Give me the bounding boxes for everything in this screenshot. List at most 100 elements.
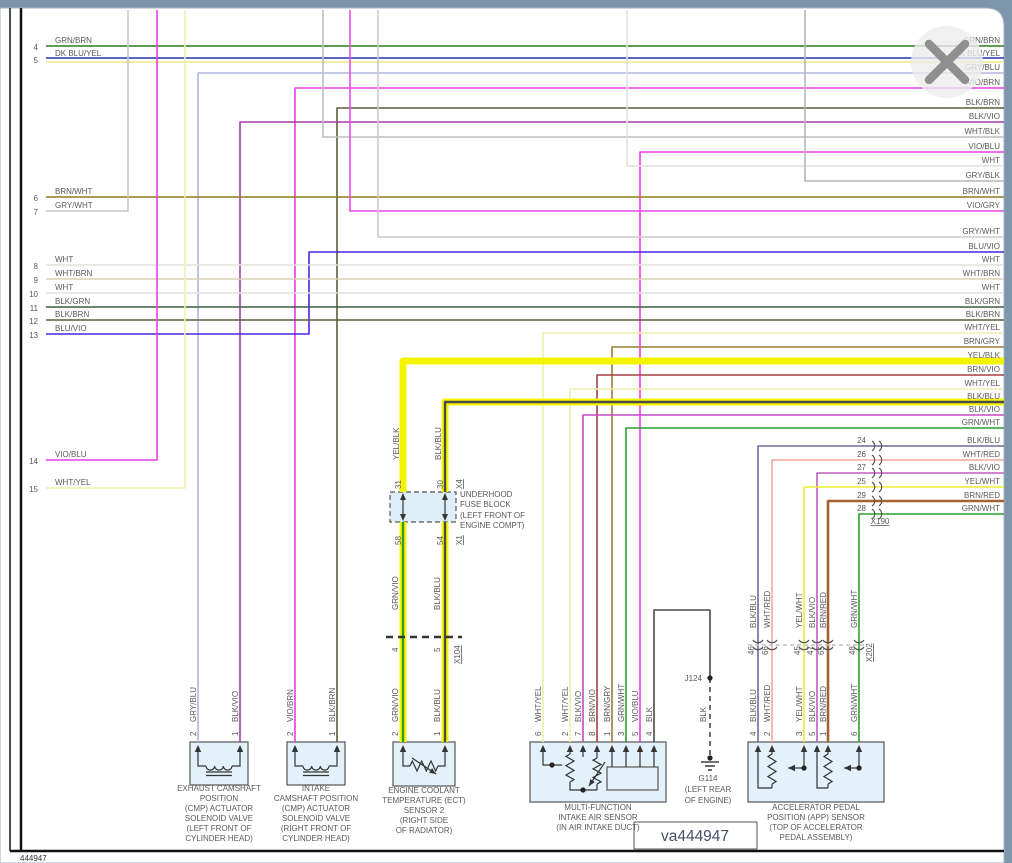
junction-dot xyxy=(856,765,862,771)
diagram-label: PEDAL ASSEMBLY) xyxy=(780,833,853,842)
diagram-label: BRN/WHT xyxy=(963,187,1000,196)
diagram-label: BLK/VIO xyxy=(969,463,1000,472)
diagram-label: BRN/VIO xyxy=(967,365,1000,374)
diagram-label: BRN/GRY xyxy=(964,337,1001,346)
diagram-label: 2 xyxy=(391,731,400,736)
diagram-label: 4 xyxy=(749,731,758,736)
diagram-label: 48 xyxy=(848,646,857,655)
diagram-label: WHT/BRN xyxy=(55,269,93,278)
diagram-label: BLK/BLU xyxy=(433,577,442,610)
diagram-label: 29 xyxy=(857,491,866,500)
diagram-label: 14 xyxy=(29,457,38,466)
diagram-label: TEMPERATURE (ECT) xyxy=(382,796,466,805)
diagram-label: (RIGHT SIDE xyxy=(400,816,448,825)
diagram-label: 1 xyxy=(603,731,612,736)
diagram-label: WHT xyxy=(55,255,73,264)
diagram-label: BRN/GRY xyxy=(603,685,612,722)
diagram-label: 4 xyxy=(34,43,39,52)
diagram-label: SENSOR 2 xyxy=(404,806,445,815)
diagram-label: BLK/BLU xyxy=(749,595,758,628)
diagram-label: 4 xyxy=(391,647,400,652)
diagram-label: (IN AIR INTAKE DUCT) xyxy=(556,823,640,832)
diagram-label: BLK/VIO xyxy=(808,597,817,628)
diagram-label: (LEFT REAR xyxy=(685,785,732,794)
diagram-label: 26 xyxy=(857,450,866,459)
diagram-label: 6 xyxy=(850,731,859,736)
diagram-label: WHT xyxy=(982,283,1000,292)
diagram-label: GRY/BLK xyxy=(965,171,1000,180)
diagram-label: GRN/WHT xyxy=(962,418,1000,427)
diagram-label: BLK xyxy=(645,706,654,722)
diagram-label: 46 xyxy=(747,646,756,655)
diagram-label: 45 xyxy=(793,646,802,655)
diagram-label: BRN/VIO xyxy=(588,689,597,722)
diagram-label: BRN/RED xyxy=(819,686,828,722)
diagram-label: GRY/WHT xyxy=(55,201,93,210)
diagram-label: 66 xyxy=(761,646,770,655)
diagram-label: BLK/BRN xyxy=(328,688,337,722)
diagram-label: DK BLU/YEL xyxy=(55,49,102,58)
diagram-label: G114 xyxy=(699,774,719,783)
diagram-label: VIO/BRN xyxy=(286,689,295,722)
diagram-label: 2 xyxy=(763,731,772,736)
junction-dot xyxy=(580,787,586,793)
diagram-label: BLU/VIO xyxy=(968,242,1000,251)
diagram-label: GRN/BRN xyxy=(55,36,92,45)
close-icon[interactable] xyxy=(911,26,983,98)
diagram-label: GRN/WHT xyxy=(850,590,859,628)
diagram-label: 1 xyxy=(231,731,240,736)
wiring-diagram: va444947 GRN/BRN DK BLU/YEL BRN/WHT GRY/WHT W… xyxy=(0,0,1012,863)
diagram-label: 1 xyxy=(433,731,442,736)
diagram-label: WHT/RED xyxy=(963,450,1001,459)
diagram-label: VIO/BLU xyxy=(55,450,87,459)
diagram-label: BLK/GRN xyxy=(55,297,90,306)
diagram-label: (RIGHT FRONT OF xyxy=(281,824,351,833)
diagram-label: WHT xyxy=(982,156,1000,165)
diagram-label: WHT/RED xyxy=(763,684,772,722)
diagram-label: GRY/BLU xyxy=(189,687,198,722)
diagram-label: MULTI-FUNCTION xyxy=(564,803,632,812)
diagram-label: 13 xyxy=(29,331,38,340)
diagram-label: BRN/RED xyxy=(964,491,1000,500)
diagram-label: OF RADIATOR) xyxy=(396,826,453,835)
diagram-label: 5 xyxy=(631,731,640,736)
diagram-label: BLK/VIO xyxy=(969,112,1000,121)
diagram-label: GRN/WHT xyxy=(850,684,859,722)
diagram-label: 5 xyxy=(808,731,817,736)
diagram-label: BLK/BLU xyxy=(434,427,443,460)
diagram-label: YEL/WHT xyxy=(795,592,804,628)
diagram-label: (LEFT FRONT OF xyxy=(186,824,251,833)
diagram-label: (TOP OF ACCELERATOR xyxy=(769,823,862,832)
diagram-label: GRN/WHT xyxy=(617,684,626,722)
diagram-label: (LEFT FRONT OF xyxy=(460,511,525,520)
diagram-label: CYLINDER HEAD) xyxy=(282,834,350,843)
junction-dot xyxy=(801,765,807,771)
diagram-label: 47 xyxy=(806,646,815,655)
diagram-label: X190 xyxy=(871,517,890,526)
diagram-label: 1 xyxy=(819,731,828,736)
diagram-label: X1 xyxy=(455,535,464,545)
diagram-label: X104 xyxy=(453,645,462,664)
diagram-label: 5 xyxy=(433,647,442,652)
diagram-label: VIO/GRY xyxy=(967,201,1001,210)
diagram-label: OF ENGINE) xyxy=(685,796,732,805)
diagram-label: 7 xyxy=(34,208,39,217)
diagram-label: 28 xyxy=(857,504,866,513)
diagram-label: ENGINE COMPT) xyxy=(460,521,525,530)
diagram-label: ENGINE COOLANT xyxy=(388,786,460,795)
diagram-label: BLK/VIO xyxy=(231,691,240,722)
diagram-label: CAMSHAFT POSITION xyxy=(274,794,359,803)
diagram-label: GRN/VIO xyxy=(391,688,400,722)
diagram-label: WHT/RED xyxy=(763,590,772,628)
diagram-label: X202 xyxy=(865,643,874,662)
junction-dot xyxy=(707,675,713,681)
diagram-label: 31 xyxy=(394,480,403,489)
diagram-label: GRY/WHT xyxy=(962,227,1000,236)
diagram-label: BLK/BLU xyxy=(433,689,442,722)
diagram-label: (CMP) ACTUATOR xyxy=(185,804,253,813)
diagram-label: FUSE BLOCK xyxy=(460,500,511,509)
diagram-label: WHT/YEL xyxy=(964,323,1000,332)
diagram-label: 30 xyxy=(436,480,445,489)
diagram-label: YEL/BLK xyxy=(968,351,1001,360)
diagram-label: YEL/WHT xyxy=(964,477,1000,486)
